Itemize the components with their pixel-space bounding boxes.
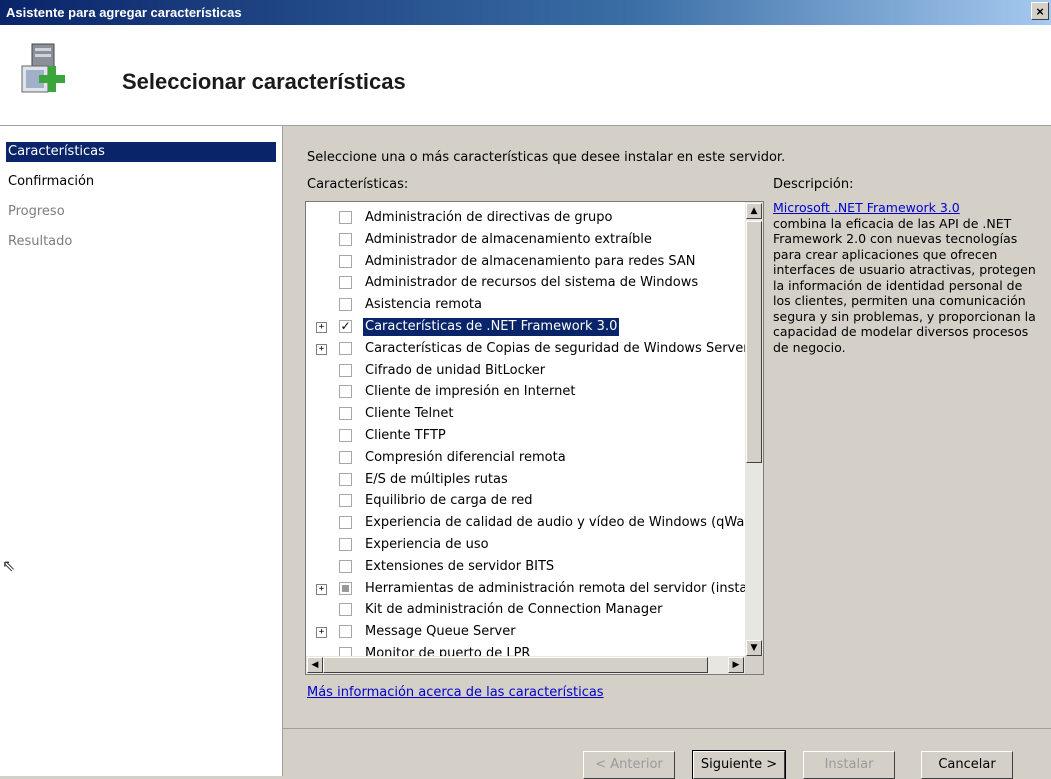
feature-label: Cliente TFTP <box>365 428 446 443</box>
feature-label: Equilibrio de carga de red <box>365 493 533 509</box>
feature-checkbox[interactable] <box>339 429 352 442</box>
scroll-down-icon[interactable]: ▼ <box>746 640 762 656</box>
feature-checkbox[interactable] <box>339 581 352 595</box>
server-add-icon <box>21 43 65 93</box>
more-info-link[interactable]: Más información acerca de las caracterís… <box>307 685 604 700</box>
feature-row[interactable]: Administrador de almacenamiento extraíbl… <box>306 230 741 252</box>
feature-checkbox[interactable] <box>339 232 352 246</box>
feature-label: Message Queue Server <box>365 624 516 640</box>
feature-description: Microsoft .NET Framework 3.0 combina la … <box>773 200 1038 355</box>
feature-checkbox[interactable] <box>339 298 352 312</box>
scroll-up-icon[interactable]: ▲ <box>746 203 762 219</box>
feature-checkbox[interactable] <box>339 407 352 421</box>
cancel-button[interactable]: Cancelar <box>921 751 1013 779</box>
feature-checkbox[interactable] <box>339 385 352 399</box>
vertical-scroll-thumb[interactable] <box>746 221 762 463</box>
scroll-left-icon[interactable]: ◀ <box>307 657 323 673</box>
feature-checkbox[interactable] <box>339 603 352 617</box>
nav-step-caracteristicas[interactable]: Características <box>6 142 276 162</box>
feature-label: Asistencia remota <box>365 297 482 313</box>
feature-row[interactable]: Cliente de impresión en Internet <box>306 382 741 404</box>
nav-step-resultado: Resultado <box>8 234 73 249</box>
feature-label: Experiencia de calidad de audio y vídeo … <box>365 515 764 531</box>
feature-row[interactable]: Cliente TFTP <box>306 426 741 448</box>
feature-checkbox[interactable] <box>339 494 352 508</box>
close-icon[interactable]: × <box>1031 2 1049 20</box>
feature-row[interactable]: + Características de Copias de seguridad … <box>306 339 749 361</box>
expand-icon[interactable]: + <box>316 322 327 333</box>
feature-label: Cifrado de unidad BitLocker <box>365 362 546 378</box>
feature-checkbox[interactable] <box>339 254 352 268</box>
feature-row[interactable]: Cifrado de unidad BitLocker <box>306 361 741 383</box>
description-text: combina la eficacia de las API de .NET F… <box>773 215 1036 355</box>
next-button[interactable]: Siguiente > <box>692 750 786 779</box>
feature-label: Administrador de recursos del sistema de… <box>365 275 699 291</box>
button-bar: < Anterior Siguiente > Instalar Cancelar <box>283 728 1051 779</box>
feature-checkbox[interactable] <box>339 472 352 486</box>
feature-label: Cliente Telnet <box>365 406 454 422</box>
feature-label: Características de Copias de seguridad d… <box>365 340 749 356</box>
scroll-corner <box>745 656 763 674</box>
feature-row[interactable]: + Herramientas de administración remota d… <box>306 579 763 601</box>
intro-text: Seleccione una o más características que… <box>307 150 786 165</box>
nav-step-confirmacion[interactable]: Confirmación <box>6 172 276 192</box>
horizontal-scroll-thumb[interactable] <box>323 657 708 673</box>
description-link[interactable]: Microsoft .NET Framework 3.0 <box>773 200 960 215</box>
feature-row[interactable]: Administrador de almacenamiento para red… <box>306 252 741 274</box>
feature-label: Administración de directivas de grupo <box>365 210 613 225</box>
feature-checkbox[interactable] <box>339 559 352 573</box>
feature-label: Administrador de almacenamiento extraíbl… <box>365 231 652 247</box>
feature-checkbox[interactable] <box>339 625 352 639</box>
feature-checkbox[interactable] <box>339 538 352 551</box>
install-button[interactable]: Instalar <box>803 751 895 779</box>
horizontal-scrollbar[interactable]: ◀ ▶ <box>306 656 745 674</box>
description-label: Descripción: <box>773 177 854 192</box>
feature-checkbox[interactable] <box>339 341 352 355</box>
feature-row[interactable]: Administrador de recursos del sistema de… <box>306 273 741 295</box>
feature-checkbox[interactable] <box>339 450 352 464</box>
expand-icon[interactable]: + <box>316 343 327 355</box>
previous-button[interactable]: < Anterior <box>583 751 675 779</box>
window-title: Asistente para agregar características <box>6 5 242 20</box>
feature-label: E/S de múltiples rutas <box>365 471 508 487</box>
feature-row[interactable]: Cliente Telnet <box>306 404 741 426</box>
feature-checkbox[interactable]: ✓ <box>339 320 352 333</box>
page-title: Seleccionar características <box>122 69 406 94</box>
wizard-header: Seleccionar características <box>0 25 1051 126</box>
feature-checkbox[interactable] <box>339 363 352 377</box>
nav-step-progreso: Progreso <box>8 204 65 219</box>
feature-row[interactable]: Experiencia de calidad de audio y vídeo … <box>306 513 763 535</box>
feature-label: Características de .NET Framework 3.0 <box>363 318 620 336</box>
feature-row[interactable]: Kit de administración de Connection Mana… <box>306 600 741 622</box>
feature-label: Experiencia de uso <box>365 537 489 552</box>
feature-row[interactable]: + Message Queue Server <box>306 622 741 644</box>
features-label: Características: <box>307 177 409 192</box>
feature-label: Compresión diferencial remota <box>365 449 566 465</box>
feature-row[interactable]: Compresión diferencial remota <box>306 448 741 470</box>
main-panel: Seleccione una o más características que… <box>283 126 1051 726</box>
feature-row[interactable]: Experiencia de uso <box>306 535 741 557</box>
feature-row[interactable]: Administración de directivas de grupo <box>306 208 741 230</box>
feature-checkbox[interactable] <box>339 211 352 224</box>
scroll-right-icon[interactable]: ▶ <box>728 657 744 673</box>
feature-checkbox[interactable] <box>339 276 352 290</box>
feature-row[interactable]: Equilibrio de carga de red <box>306 491 741 513</box>
vertical-scrollbar[interactable]: ▲ ▼ <box>745 202 763 657</box>
feature-label: Extensiones de servidor BITS <box>365 558 555 574</box>
wizard-steps: Características Confirmación Progreso Re… <box>0 126 283 776</box>
features-list[interactable]: Administración de directivas de grupo Adm… <box>305 201 764 675</box>
feature-row[interactable]: E/S de múltiples rutas <box>306 470 741 492</box>
expand-icon[interactable]: + <box>316 627 327 639</box>
feature-label: Kit de administración de Connection Mana… <box>365 602 663 618</box>
feature-row[interactable]: + ✓ Características de .NET Framework 3.0 <box>306 317 741 339</box>
feature-label: Herramientas de administración remota de… <box>365 580 764 596</box>
feature-label: Cliente de impresión en Internet <box>365 384 576 400</box>
feature-checkbox[interactable] <box>339 516 352 530</box>
feature-label: Administrador de almacenamiento para red… <box>365 253 696 269</box>
feature-row[interactable]: Extensiones de servidor BITS <box>306 557 741 579</box>
feature-row[interactable]: Asistencia remota <box>306 295 741 317</box>
mouse-cursor-icon: ⇖ <box>2 556 16 575</box>
expand-icon[interactable]: + <box>316 583 327 595</box>
title-bar: Asistente para agregar características × <box>0 0 1051 25</box>
